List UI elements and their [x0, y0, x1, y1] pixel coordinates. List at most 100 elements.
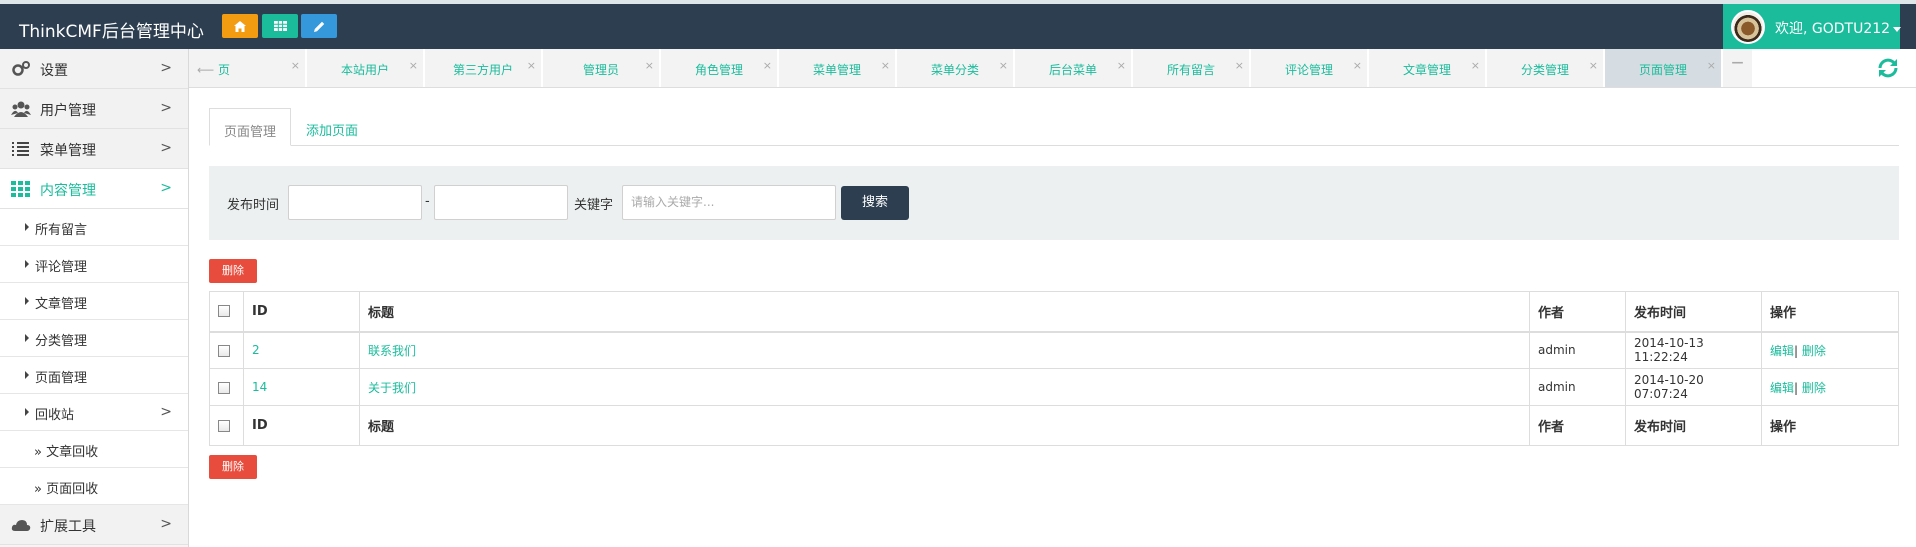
tab-messages[interactable]: 所有留言 × — [1133, 49, 1250, 87]
edit-button[interactable] — [301, 14, 337, 38]
end-date-input[interactable] — [434, 185, 568, 220]
search-button[interactable]: 搜索 — [841, 186, 909, 220]
avatar — [1731, 10, 1765, 44]
more-icon: — — [1731, 55, 1744, 69]
sidebar-subitem-articles[interactable]: 文章管理 — [0, 283, 188, 320]
row-checkbox-cell — [209, 331, 244, 369]
tab-label: 菜单分类 — [930, 63, 979, 77]
sidebar-subitem-article-recycle[interactable]: » 文章回收 — [0, 431, 188, 468]
close-icon[interactable]: × — [1353, 59, 1362, 72]
row-id[interactable]: 2 — [243, 331, 360, 369]
edit-link[interactable]: 编辑 — [1770, 381, 1794, 395]
search-filter-bar: 发布时间 - 关键字 请输入关键字... 搜索 — [209, 166, 1899, 240]
tab-label: 文章管理 — [1402, 63, 1451, 77]
grid-icon — [11, 181, 30, 197]
sidebar-subitem-label: » 页面回收 — [34, 482, 99, 497]
row-title-link[interactable]: 联系我们 — [359, 331, 1530, 369]
tab-label: 后台菜单 — [1048, 63, 1097, 77]
keyword-input[interactable]: 请输入关键字... — [622, 185, 836, 220]
delete-button-top[interactable]: 删除 — [209, 259, 257, 283]
sidebar-item-content[interactable]: 内容管理 > — [0, 169, 188, 209]
close-icon[interactable]: × — [1235, 59, 1244, 72]
caret-right-icon — [25, 408, 29, 416]
tab-home[interactable]: ⟵ 页 × — [189, 49, 306, 87]
header-ops: 操作 — [1761, 291, 1899, 333]
start-date-input[interactable] — [288, 185, 422, 220]
tab-roles[interactable]: 角色管理 × — [661, 49, 778, 87]
refresh-icon[interactable] — [1876, 56, 1900, 80]
delete-button-bottom[interactable]: 删除 — [209, 455, 257, 479]
row-id[interactable]: 14 — [243, 368, 360, 406]
keyword-label: 关键字 — [574, 198, 614, 213]
select-all-checkbox[interactable] — [218, 305, 230, 318]
chevron-right-icon: > — [160, 140, 172, 156]
row-checkbox[interactable] — [218, 381, 230, 394]
user-menu[interactable]: 欢迎, GODTU212 — [1723, 4, 1902, 49]
tab-add-page[interactable]: 添加页面 — [306, 108, 358, 146]
tab-site-users[interactable]: 本站用户 × — [307, 49, 424, 87]
close-icon[interactable]: × — [1471, 59, 1480, 72]
select-all-checkbox-footer[interactable] — [218, 419, 230, 432]
tab-label: 菜单管理 — [812, 63, 861, 77]
tab-admins[interactable]: 管理员 × — [543, 49, 660, 87]
menu-grid-button[interactable] — [262, 14, 298, 38]
close-icon[interactable]: × — [1707, 59, 1716, 72]
close-icon[interactable]: × — [1589, 59, 1598, 72]
close-icon[interactable]: × — [881, 59, 890, 72]
tab-third-party-users[interactable]: 第三方用户 × — [425, 49, 542, 87]
pages-table: ID 标题 作者 发布时间 操作 2 联系我们 admin 2014-10-13… — [209, 291, 1899, 446]
sidebar-item-label: 菜单管理 — [40, 143, 96, 159]
delete-link[interactable]: 删除 — [1802, 381, 1826, 395]
sidebar-subitem-recycle[interactable]: 回收站 > — [0, 394, 188, 431]
footer-ops: 操作 — [1761, 405, 1899, 446]
sidebar-subitem-page-recycle[interactable]: » 页面回收 — [0, 468, 188, 505]
top-navbar: ThinkCMF后台管理中心 欢迎, GODTU212 — [0, 0, 1916, 49]
footer-checkbox-cell — [209, 405, 244, 446]
tab-page-management[interactable]: 页面管理 — [209, 108, 291, 146]
tab-menus[interactable]: 菜单管理 × — [779, 49, 896, 87]
close-icon[interactable]: × — [763, 59, 772, 72]
sidebar-subitem-label: 所有留言 — [35, 223, 88, 238]
sidebar-subitem-categories[interactable]: 分类管理 — [0, 320, 188, 357]
close-icon[interactable]: × — [999, 59, 1008, 72]
close-icon[interactable]: × — [645, 59, 654, 72]
close-icon[interactable]: × — [291, 59, 300, 72]
sidebar-subitem-label: 回收站 — [35, 408, 75, 423]
home-button[interactable] — [222, 14, 258, 38]
tab-admin-menus[interactable]: 后台菜单 × — [1015, 49, 1132, 87]
sidebar-subitem-label: 页面管理 — [35, 371, 88, 386]
delete-link[interactable]: 删除 — [1802, 344, 1826, 358]
pencil-icon — [313, 21, 324, 32]
caret-right-icon — [25, 334, 29, 342]
row-checkbox[interactable] — [218, 344, 230, 357]
welcome-text: 欢迎, GODTU212 — [1775, 18, 1902, 38]
tab-more[interactable]: — — [1723, 49, 1753, 87]
tab-comments[interactable]: 评论管理 × — [1251, 49, 1368, 87]
tab-articles[interactable]: 文章管理 × — [1369, 49, 1486, 87]
tab-pages[interactable]: 页面管理 × — [1605, 49, 1722, 87]
sidebar-subitem-messages[interactable]: 所有留言 — [0, 209, 188, 246]
main-content: 页面管理 添加页面 发布时间 - 关键字 请输入关键字... 搜索 删除 ID … — [209, 108, 1899, 479]
close-icon[interactable]: × — [527, 59, 536, 72]
sidebar-item-menus[interactable]: 菜单管理 > — [0, 129, 188, 169]
sidebar-subitem-label: 评论管理 — [35, 260, 88, 275]
sidebar-subitem-comments[interactable]: 评论管理 — [0, 246, 188, 283]
sidebar-subitem-label: 分类管理 — [35, 334, 88, 349]
close-icon[interactable]: × — [1117, 59, 1126, 72]
tab-menu-categories[interactable]: 菜单分类 × — [897, 49, 1014, 87]
sidebar-item-extensions[interactable]: 扩展工具 > — [0, 505, 188, 545]
app-title[interactable]: ThinkCMF后台管理中心 — [19, 17, 204, 42]
content-tabs: 页面管理 添加页面 — [209, 108, 1899, 146]
edit-link[interactable]: 编辑 — [1770, 344, 1794, 358]
caret-right-icon — [25, 260, 29, 268]
users-icon — [11, 101, 31, 117]
sidebar-subitem-pages[interactable]: 页面管理 — [0, 357, 188, 394]
sidebar-item-settings[interactable]: 设置 > — [0, 49, 188, 89]
row-actions: 编辑| 删除 — [1761, 368, 1899, 406]
row-title-link[interactable]: 关于我们 — [359, 368, 1530, 406]
tab-label: 分类管理 — [1520, 63, 1569, 77]
sidebar-item-label: 扩展工具 — [40, 519, 96, 535]
sidebar-item-users[interactable]: 用户管理 > — [0, 89, 188, 129]
tab-categories[interactable]: 分类管理 × — [1487, 49, 1604, 87]
close-icon[interactable]: × — [409, 59, 418, 72]
